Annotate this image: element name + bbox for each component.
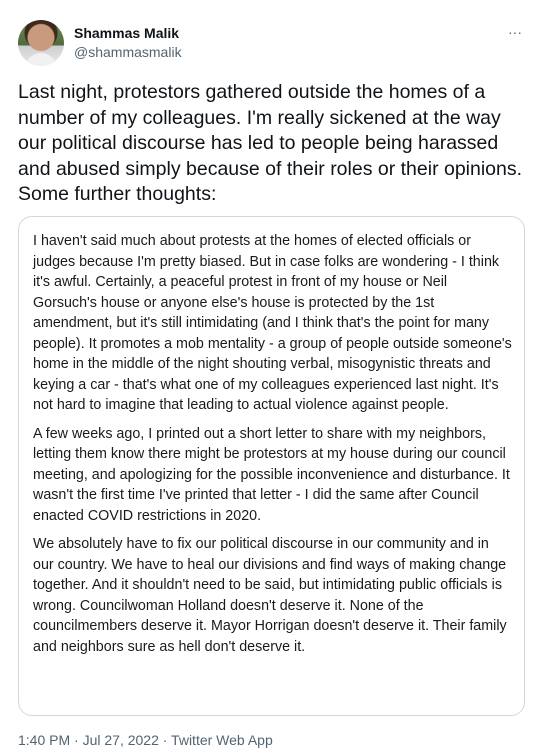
more-options-icon[interactable]: ··· <box>508 24 522 40</box>
image-paragraph: We absolutely have to fix our political … <box>33 536 507 655</box>
attached-image[interactable]: I haven't said much about protests at th… <box>18 216 525 716</box>
tweet-text: Last night, protestors gathered outside … <box>18 81 523 205</box>
image-text: I haven't said much about protests at th… <box>33 231 513 665</box>
avatar[interactable] <box>18 20 64 66</box>
image-paragraph: I haven't said much about protests at th… <box>33 233 512 413</box>
author-name[interactable]: Shammas Malik <box>74 24 179 42</box>
avatar-shirt <box>25 53 57 66</box>
image-paragraph: A few weeks ago, I printed out a short l… <box>33 425 510 524</box>
tweet-header: Shammas Malik @shammasmalik ··· <box>18 18 530 68</box>
author-handle[interactable]: @shammasmalik <box>74 43 182 61</box>
tweet-timestamp[interactable]: 1:40 PM · Jul 27, 2022 · Twitter Web App <box>18 731 273 749</box>
